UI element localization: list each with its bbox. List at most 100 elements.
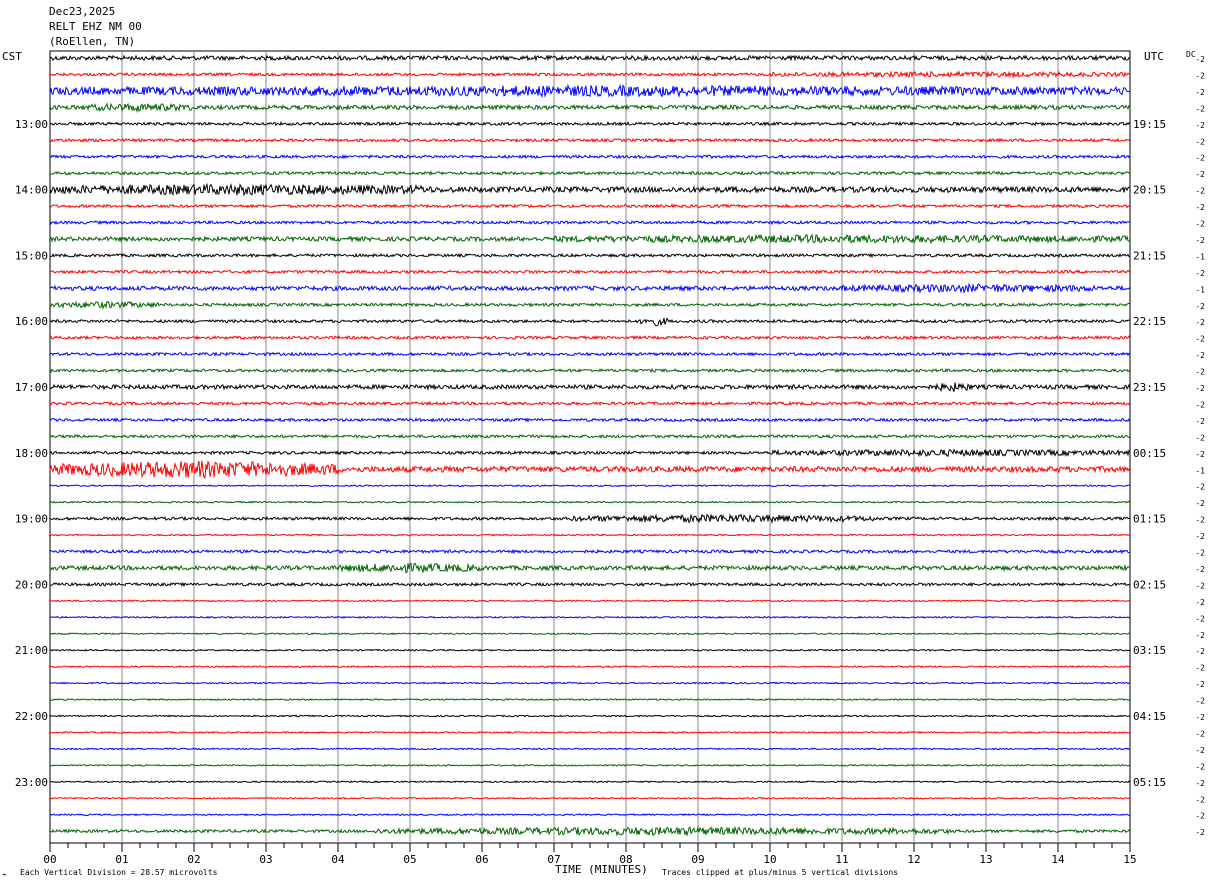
dc-offset-label: -2 — [1195, 647, 1205, 656]
seismogram-trace — [49, 102, 1131, 114]
dc-offset-label: -2 — [1195, 729, 1205, 738]
dc-offset-label: -2 — [1195, 88, 1205, 97]
seismogram-trace — [49, 599, 1131, 603]
seismogram-trace — [49, 825, 1131, 837]
seismogram-trace — [49, 448, 1131, 458]
dc-offset-label: -1 — [1195, 285, 1205, 294]
seismogram-trace — [49, 460, 1131, 479]
dc-offset-label: -2 — [1195, 516, 1205, 525]
seismogram-trace — [49, 219, 1131, 226]
dc-offset-label: -2 — [1195, 220, 1205, 229]
cst-hour-label: 15:00 — [15, 249, 48, 262]
seismogram-trace — [49, 763, 1131, 767]
utc-hour-label: 05:15 — [1133, 776, 1166, 789]
dc-offset-label: -2 — [1195, 71, 1205, 80]
dc-offset-label: -2 — [1195, 631, 1205, 640]
utc-hour-label: 03:15 — [1133, 644, 1166, 657]
seismogram-trace — [49, 351, 1131, 357]
seismogram-trace — [49, 632, 1131, 636]
cst-hour-label: 16:00 — [15, 315, 48, 328]
dc-offset-label: -2 — [1195, 746, 1205, 755]
dc-offset-label: -2 — [1195, 483, 1205, 492]
x-tick-label: 03 — [259, 853, 272, 866]
seismogram-trace — [49, 233, 1131, 245]
seismogram-trace — [49, 813, 1131, 817]
seismogram-trace — [49, 648, 1131, 652]
utc-hour-label: 22:15 — [1133, 315, 1166, 328]
dc-offset-label: -1 — [1195, 466, 1205, 475]
dc-offset-label: -2 — [1195, 384, 1205, 393]
seismogram-trace — [50, 513, 1131, 525]
seismogram-trace — [49, 548, 1131, 555]
dc-offset-label: -2 — [1195, 713, 1205, 722]
dc-offset-label: -2 — [1195, 532, 1205, 541]
x-tick-label: 11 — [835, 853, 848, 866]
dc-offset-label: -2 — [1195, 697, 1205, 706]
dc-offset-label: -2 — [1195, 400, 1205, 409]
seismogram-trace — [49, 400, 1131, 407]
seismogram-trace — [49, 121, 1131, 127]
cst-hour-label: 18:00 — [15, 447, 48, 460]
seismogram-trace — [49, 417, 1131, 423]
dc-offset-label: -2 — [1195, 828, 1205, 837]
dc-offset-label: -2 — [1195, 335, 1205, 344]
dc-offset-label: -2 — [1195, 664, 1205, 673]
x-tick-label: 00 — [43, 853, 56, 866]
dc-offset-label: -2 — [1195, 565, 1205, 574]
seismogram-trace — [49, 665, 1131, 669]
dc-offset-label: -2 — [1195, 187, 1205, 196]
seismogram-trace — [49, 137, 1131, 143]
dc-offset-label: -2 — [1195, 417, 1205, 426]
dc-offset-label: -2 — [1195, 203, 1205, 212]
utc-hour-label: 01:15 — [1133, 513, 1166, 526]
seismogram-trace — [49, 70, 1131, 79]
seismogram-trace — [49, 562, 1131, 574]
dc-offset-label: -2 — [1195, 269, 1205, 278]
dc-offset-label: -2 — [1195, 318, 1205, 327]
seismogram-trace — [49, 282, 1131, 294]
cst-hour-label: 13:00 — [15, 118, 48, 131]
seismogram-trace — [49, 698, 1131, 701]
utc-hour-label: 04:15 — [1133, 710, 1166, 723]
x-tick-label: 08 — [619, 853, 632, 866]
seismogram-trace — [49, 681, 1131, 685]
seismogram-trace — [49, 300, 1131, 310]
dc-offset-label: -2 — [1195, 104, 1205, 113]
dc-offset-label: -2 — [1195, 581, 1205, 590]
seismogram-trace — [49, 269, 1131, 275]
seismogram-trace — [49, 433, 1131, 440]
dc-offset-label: -2 — [1195, 779, 1205, 788]
x-tick-label: 15 — [1123, 853, 1136, 866]
dc-offset-label: -2 — [1195, 137, 1205, 146]
dc-offset-label: -2 — [1195, 170, 1205, 179]
seismogram-trace — [49, 203, 1131, 209]
dc-offset-label: -2 — [1195, 121, 1205, 130]
x-tick-label: 13 — [979, 853, 992, 866]
plot-frame — [49, 50, 1131, 844]
dc-offset-label: -2 — [1195, 433, 1205, 442]
utc-hour-label: 21:15 — [1133, 249, 1166, 262]
seismogram-trace — [49, 731, 1131, 734]
seismogram-trace — [49, 182, 1131, 197]
cst-hour-label: 22:00 — [15, 710, 48, 723]
x-tick-label: 12 — [907, 853, 920, 866]
dc-offset-label: -2 — [1195, 450, 1205, 459]
x-tick-label: 02 — [187, 853, 200, 866]
dc-offset-label: -2 — [1195, 598, 1205, 607]
dc-offset-label: -2 — [1195, 795, 1205, 804]
utc-hour-label: 00:15 — [1133, 447, 1166, 460]
utc-hour-label: 02:15 — [1133, 578, 1166, 591]
seismogram-trace — [49, 747, 1130, 751]
dc-offset-label: -2 — [1195, 154, 1205, 163]
seismogram-trace — [49, 581, 1131, 588]
seismogram-trace — [49, 500, 1131, 504]
dc-offset-label: -2 — [1195, 549, 1205, 558]
seismogram-trace — [49, 367, 1131, 374]
dc-offset-label: -2 — [1195, 762, 1205, 771]
dc-offset-label: -2 — [1195, 614, 1205, 623]
cst-hour-label: 20:00 — [15, 578, 48, 591]
seismogram-trace — [49, 334, 1131, 341]
seismogram-trace — [49, 83, 1131, 99]
x-tick-label: 14 — [1051, 853, 1065, 866]
x-tick-label: 01 — [115, 853, 128, 866]
